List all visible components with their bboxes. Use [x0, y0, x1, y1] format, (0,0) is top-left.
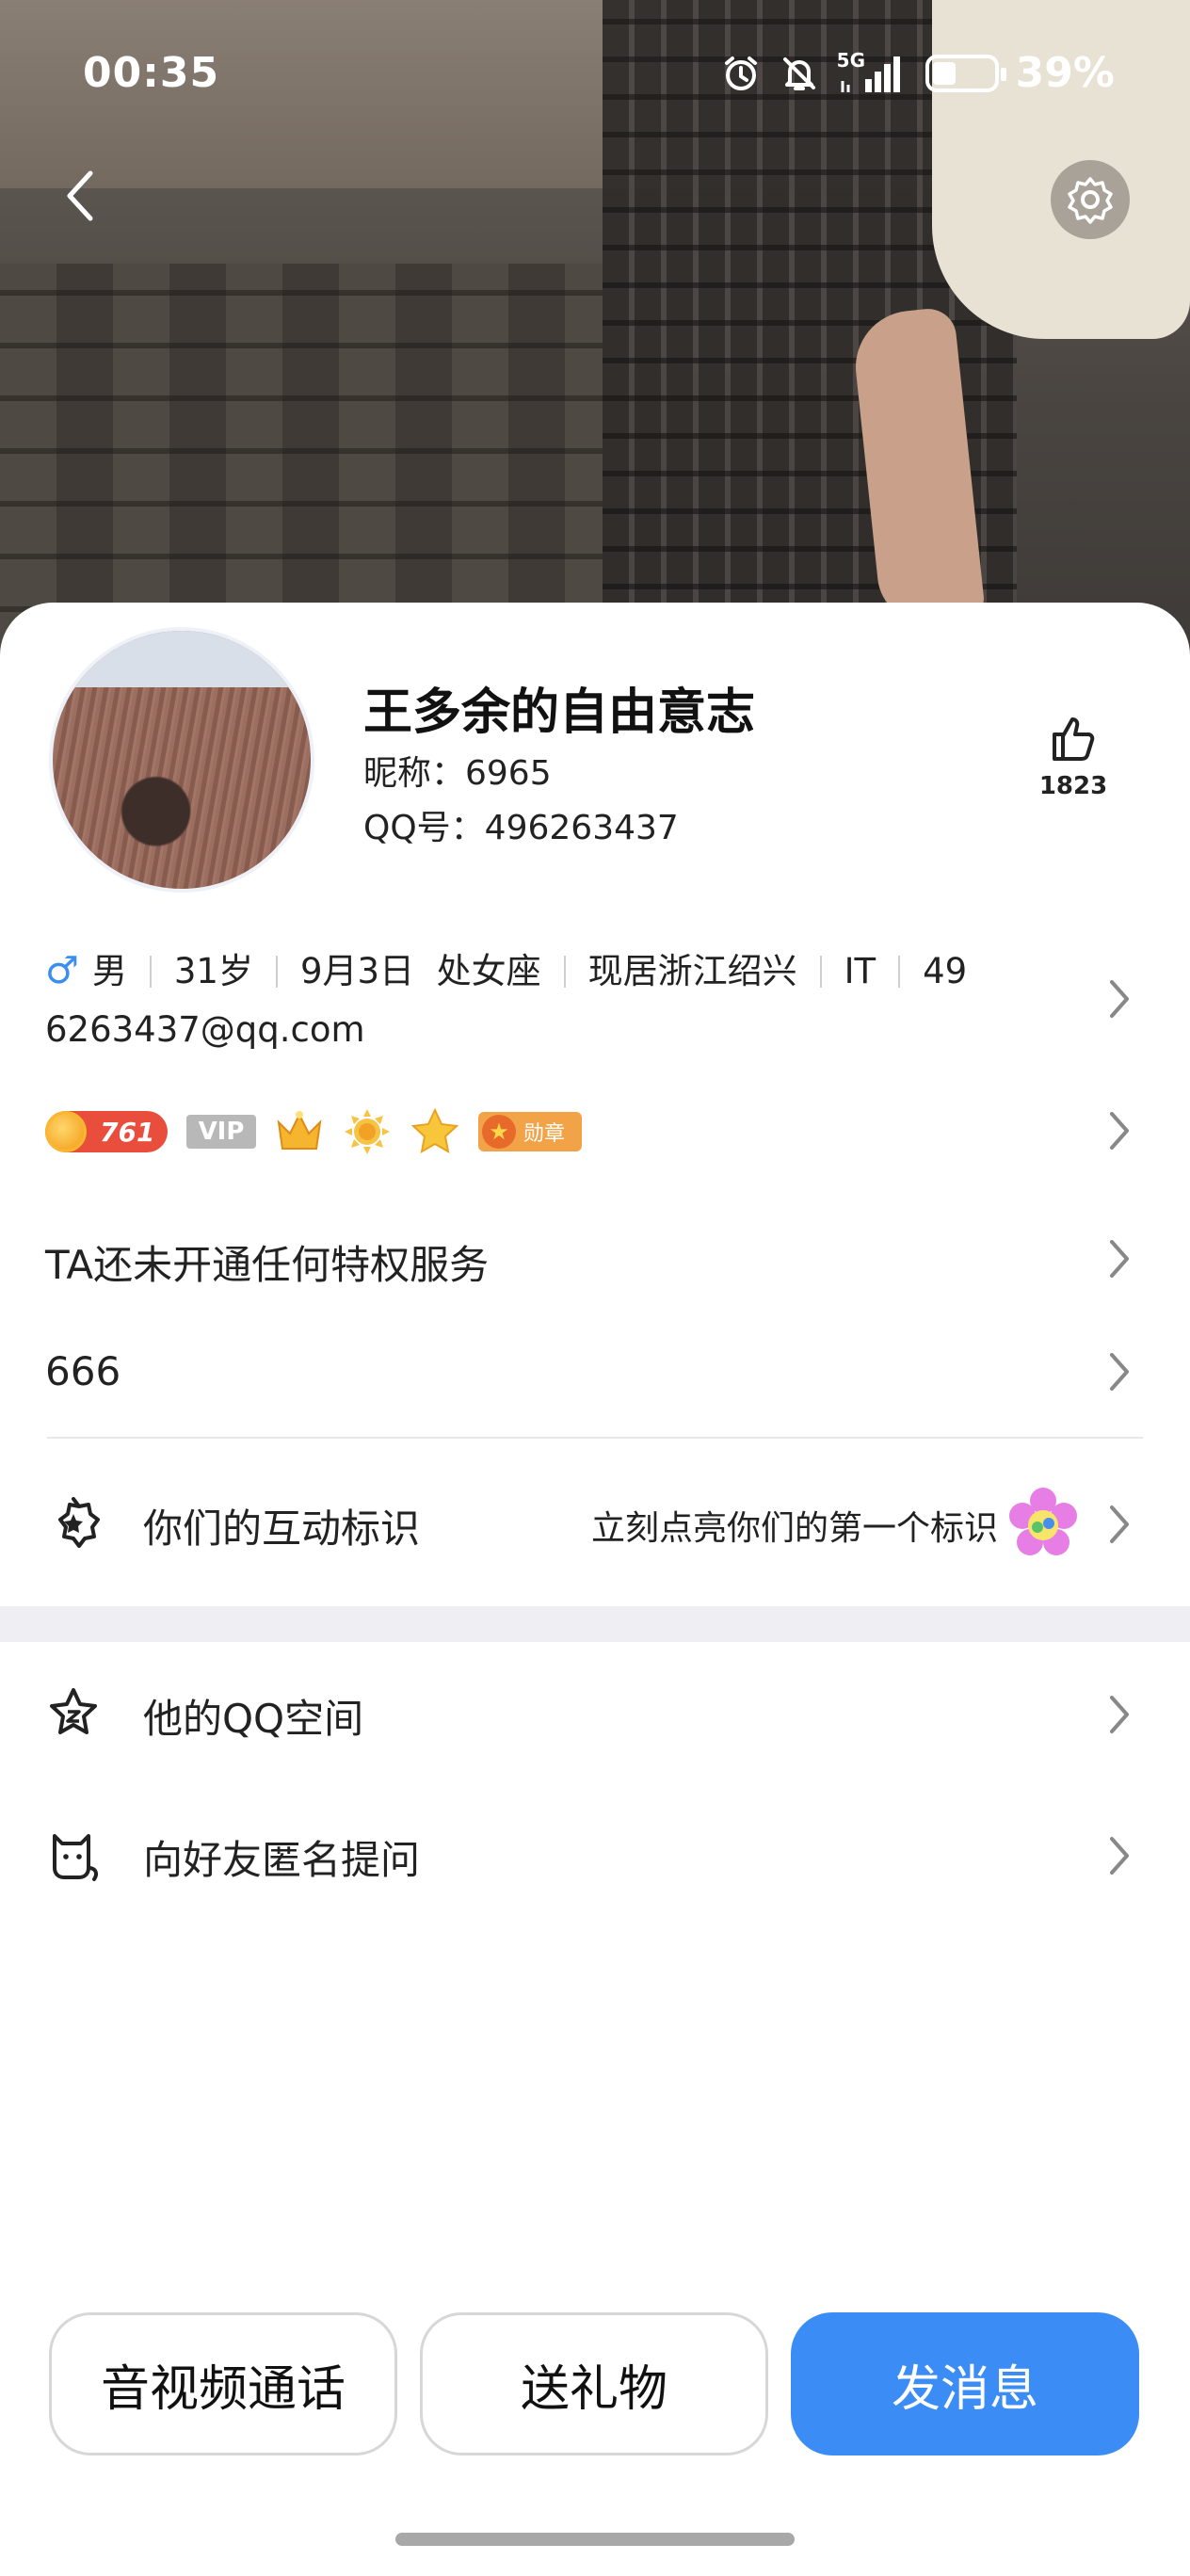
- star-icon: [410, 1107, 459, 1156]
- cover-rooftops: [0, 264, 603, 659]
- location: 现居浙江绍兴: [587, 951, 797, 991]
- privilege-row[interactable]: TA还未开通任何特权服务: [45, 1233, 489, 1291]
- medal-badge: ★ 勋章: [478, 1112, 582, 1151]
- settings-button[interactable]: [1051, 160, 1130, 239]
- personal-info[interactable]: ♂ 男 31岁 9月3日 处女座 现居浙江绍兴 IT 49 6263437@qq.com: [45, 942, 1034, 1059]
- chevron-right-icon: [1105, 975, 1134, 1022]
- send-gift-button[interactable]: 送礼物: [420, 2312, 768, 2455]
- age: 31岁: [173, 951, 253, 991]
- gear-icon: [1068, 177, 1113, 224]
- thumbs-up-icon: [1053, 717, 1095, 761]
- chevron-right-icon: [1105, 1235, 1134, 1282]
- coin-icon: [45, 1111, 87, 1152]
- signal-icon: 5G: [837, 49, 909, 94]
- video-call-button[interactable]: 音视频通话: [49, 2312, 397, 2455]
- mute-bell-icon: [779, 53, 820, 94]
- like-button[interactable]: 1823: [1036, 712, 1111, 800]
- chevron-right-icon: [1105, 1107, 1134, 1154]
- flower-icon: [1009, 1488, 1077, 1555]
- send-message-button[interactable]: 发消息: [791, 2312, 1139, 2455]
- vip-badge: VIP: [186, 1115, 256, 1149]
- battery-icon: [925, 54, 1006, 92]
- status-bar: 00:35 5G 39%: [0, 0, 1190, 151]
- crown-icon: [275, 1107, 324, 1156]
- chevron-right-icon: [1105, 1691, 1134, 1738]
- profile-card: [0, 603, 1190, 2576]
- birthday: 9月3日: [299, 951, 415, 991]
- signature-row[interactable]: 666: [45, 1348, 121, 1394]
- badge-star-icon: [43, 1493, 104, 1554]
- industry: IT: [844, 951, 876, 991]
- gender-icon: ♂: [45, 949, 79, 992]
- chevron-right-icon: [1105, 1832, 1134, 1879]
- home-indicator[interactable]: [395, 2533, 795, 2546]
- chevron-left-icon: [67, 170, 93, 221]
- interaction-label[interactable]: 你们的互动标识: [143, 1497, 420, 1554]
- medal-icon: ★: [482, 1115, 516, 1149]
- avatar[interactable]: [49, 627, 314, 893]
- chevron-right-icon: [1105, 1348, 1134, 1395]
- cat-icon: [43, 1825, 104, 1885]
- email-part1: 49: [923, 951, 968, 991]
- interaction-subtitle[interactable]: 立刻点亮你们的第一个标识: [591, 1501, 998, 1550]
- status-time: 00:35: [83, 49, 220, 97]
- battery-percent: 39%: [1015, 49, 1115, 97]
- like-count: 1823: [1038, 772, 1108, 800]
- qzone-label[interactable]: 他的QQ空间: [143, 1687, 363, 1745]
- profile-qq-number[interactable]: QQ号：496263437: [363, 800, 679, 849]
- back-button[interactable]: [51, 168, 107, 224]
- divider: [47, 1437, 1143, 1439]
- profile-name: 王多余的自由意志: [363, 684, 756, 741]
- badge-row[interactable]: 761 VIP ★ 勋章: [45, 1107, 582, 1156]
- status-icons: 5G 39%: [720, 49, 1115, 97]
- level-badge: 761: [45, 1111, 168, 1152]
- chevron-right-icon: [1105, 1501, 1134, 1548]
- zodiac: 处女座: [436, 951, 541, 991]
- profile-nickname: 昵称：6965: [363, 754, 552, 793]
- alarm-icon: [720, 53, 762, 94]
- sun-icon: [343, 1107, 392, 1156]
- section-gap: [0, 1606, 1190, 1642]
- anon-question-label[interactable]: 向好友匿名提问: [143, 1828, 420, 1886]
- gender: 男: [91, 951, 127, 991]
- network-type: 5G: [836, 48, 866, 72]
- email-part2: 6263437@qq.com: [45, 1009, 365, 1050]
- qzone-star-icon: [43, 1683, 104, 1744]
